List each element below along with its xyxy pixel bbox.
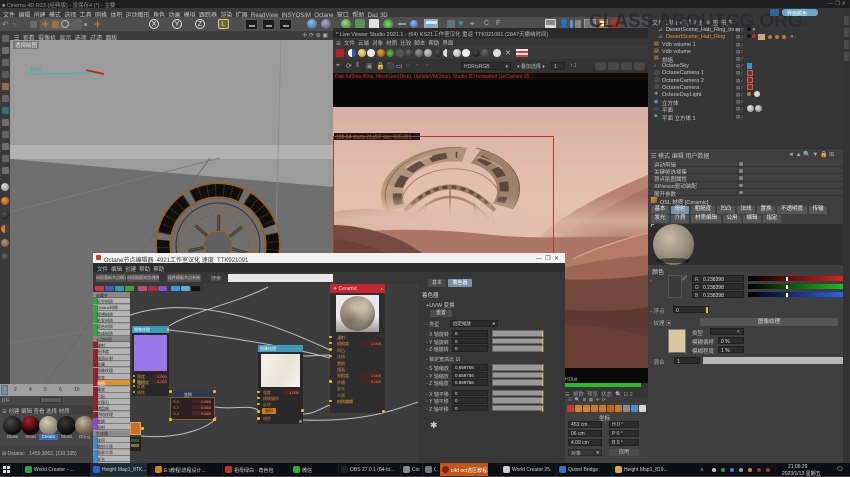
svg-text:10 m: 10 m — [30, 67, 41, 73]
svg-text:100.84 starts 21,207 size 605,: 100.84 starts 21,207 size 605,391 — [336, 135, 412, 141]
